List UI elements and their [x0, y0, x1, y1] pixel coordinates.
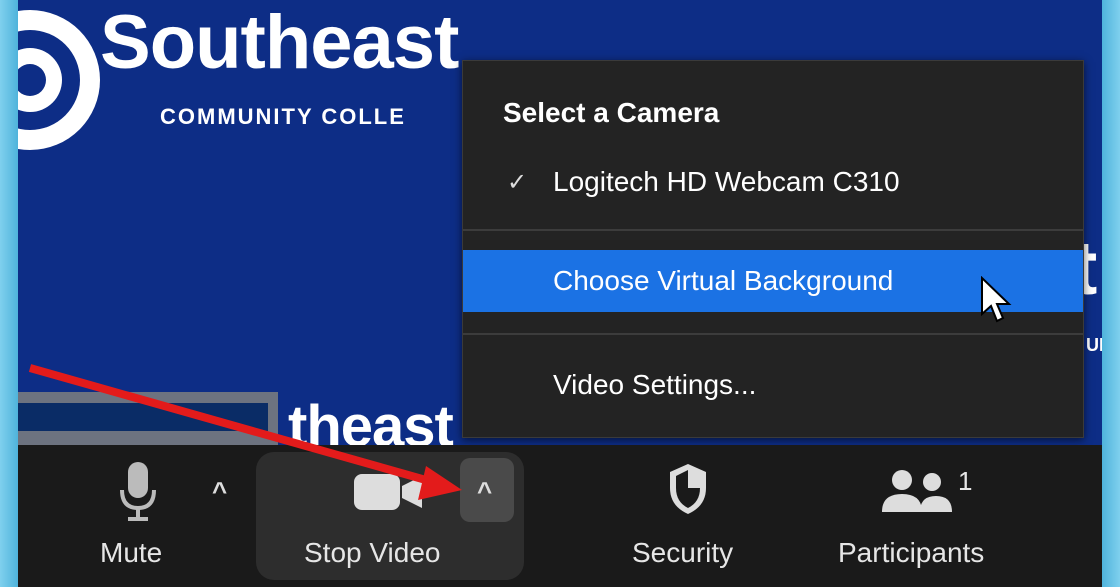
menu-item-video-settings[interactable]: Video Settings...: [463, 354, 1083, 416]
security-button-label[interactable]: Security: [632, 537, 733, 569]
menu-divider: [463, 229, 1083, 231]
mouse-cursor-icon: [981, 276, 1012, 323]
check-icon: ✓: [507, 168, 528, 196]
menu-title: Select a Camera: [503, 97, 720, 128]
brand-title: Southeast: [100, 0, 459, 85]
participants-count: 1: [958, 466, 973, 496]
menu-item-label: Choose Virtual Background: [553, 265, 894, 296]
audio-options-caret-icon[interactable]: ^: [212, 476, 227, 507]
video-options-caret-icon[interactable]: ^: [477, 476, 492, 507]
camera-menu: Select a Camera ✓ Logitech HD Webcam C31…: [462, 60, 1084, 438]
participants-icon[interactable]: [880, 468, 956, 516]
microphone-icon[interactable]: [116, 460, 160, 524]
brand-ghost-small: UN: [1086, 335, 1102, 355]
screen: Southeast COMMUNITY COLLE t UN theast Se…: [0, 0, 1120, 587]
brand-subtitle: COMMUNITY COLLE: [160, 104, 406, 129]
mute-button-label[interactable]: Mute: [100, 537, 162, 569]
menu-item-label: Video Settings...: [553, 369, 757, 400]
thumbnail-brand-text: theast: [288, 394, 454, 445]
participants-button-label[interactable]: Participants: [838, 537, 984, 569]
menu-item-label: Logitech HD Webcam C310: [553, 166, 900, 197]
stop-video-label[interactable]: Stop Video: [304, 537, 441, 569]
menu-item-camera[interactable]: ✓ Logitech HD Webcam C310: [463, 151, 1083, 213]
shield-icon[interactable]: [666, 462, 710, 516]
video-camera-icon[interactable]: [352, 472, 424, 512]
self-view-bar: [18, 403, 268, 431]
menu-divider: [463, 333, 1083, 335]
